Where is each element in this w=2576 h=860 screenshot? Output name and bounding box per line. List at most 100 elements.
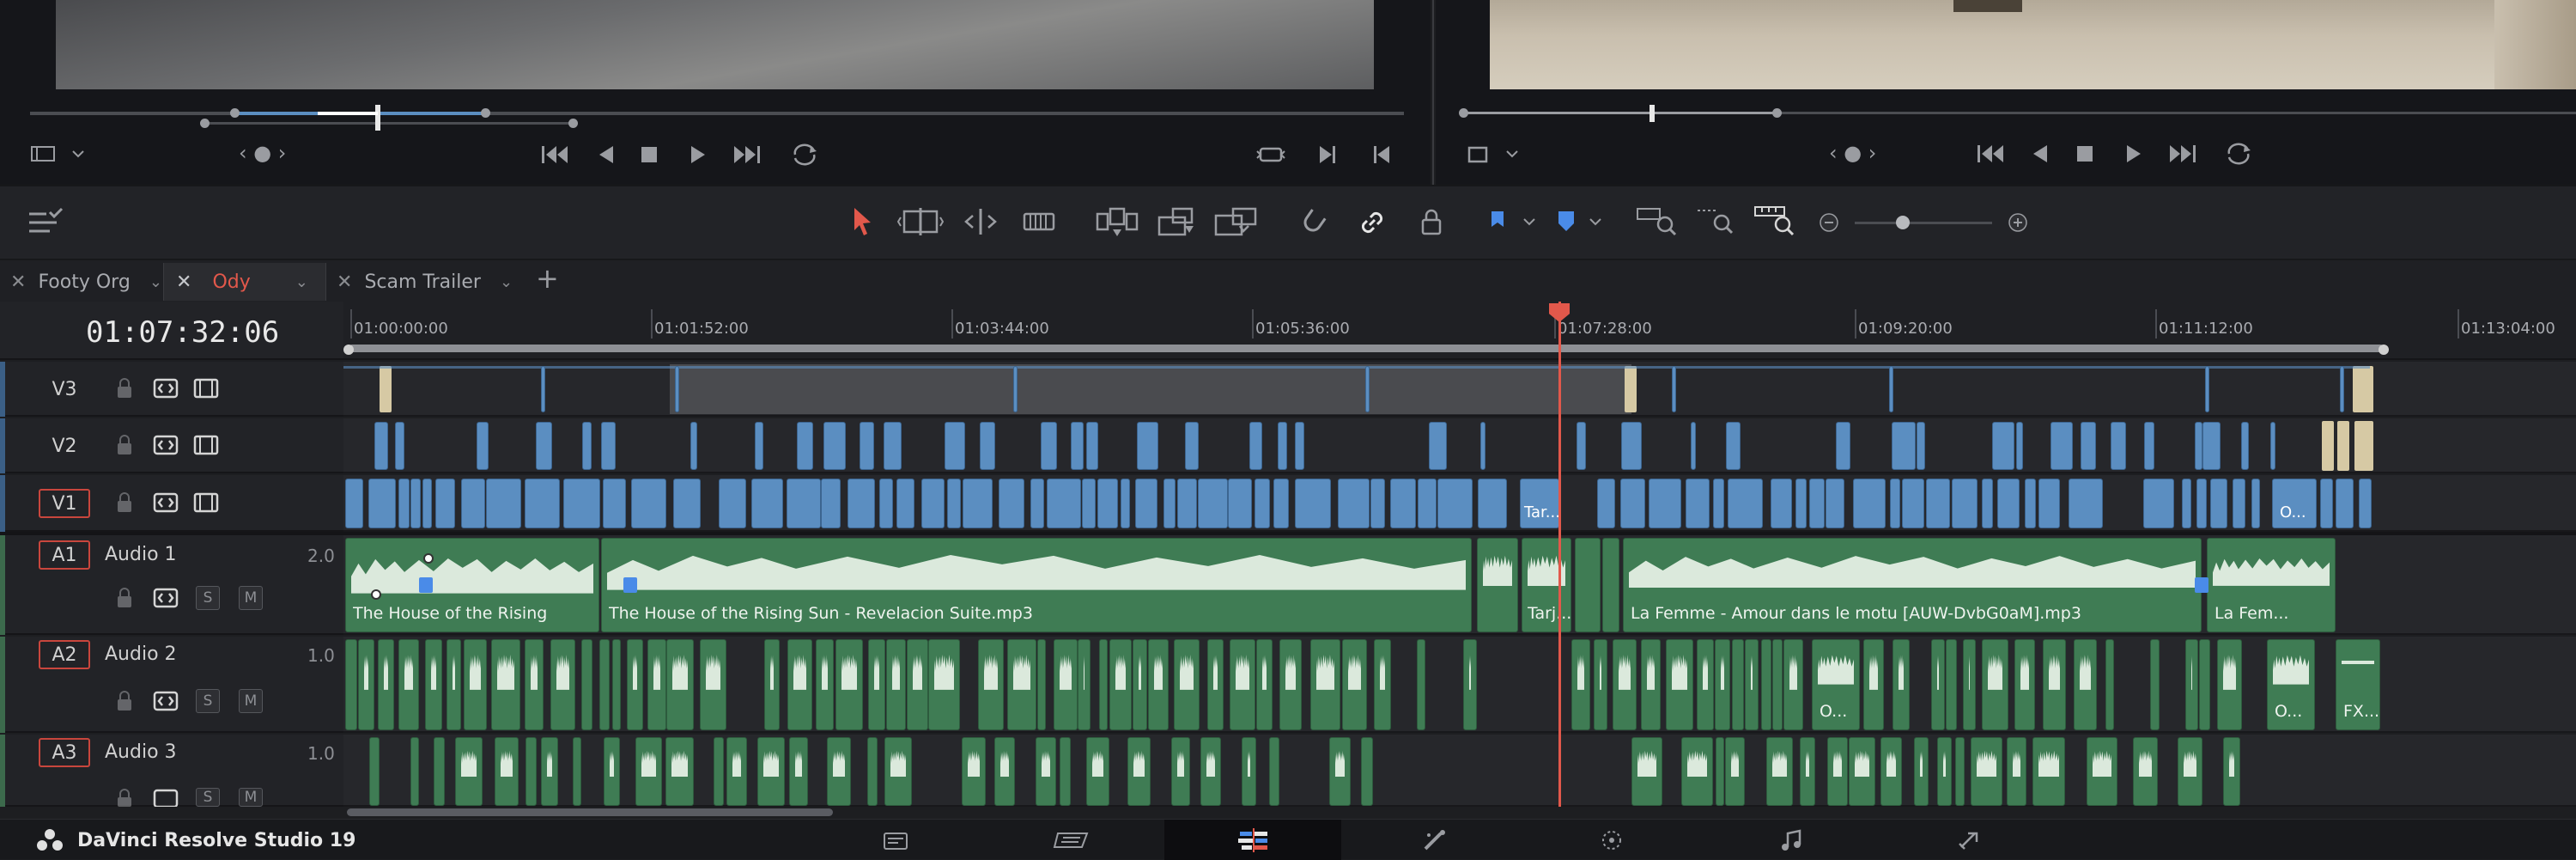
zoom-custom-icon[interactable] bbox=[1753, 204, 1796, 238]
audio-clip[interactable] bbox=[1761, 639, 1771, 730]
audio-clip[interactable] bbox=[1374, 639, 1391, 730]
audio-clip[interactable] bbox=[612, 639, 621, 730]
audio-clip[interactable] bbox=[827, 737, 851, 806]
track-name[interactable]: Audio 2 bbox=[105, 643, 177, 665]
video-clip[interactable] bbox=[921, 479, 945, 528]
video-clip[interactable] bbox=[486, 479, 521, 528]
stop-icon[interactable] bbox=[639, 144, 659, 165]
audio-clip[interactable] bbox=[789, 737, 808, 806]
audio-clip[interactable] bbox=[358, 639, 374, 730]
video-clip[interactable] bbox=[1198, 479, 1228, 528]
video-clip[interactable] bbox=[1041, 422, 1057, 470]
a1-clip-house-1[interactable]: The House of the Rising ... bbox=[345, 538, 599, 632]
tab-ody[interactable]: ✕ Ody ⌄ bbox=[163, 263, 326, 301]
audio-clip[interactable] bbox=[2032, 737, 2065, 806]
video-clip[interactable] bbox=[751, 479, 783, 528]
audio-clip[interactable] bbox=[1256, 639, 1273, 730]
loop-icon[interactable] bbox=[2224, 141, 2253, 167]
video-clip[interactable] bbox=[675, 366, 679, 412]
video-clip[interactable] bbox=[1365, 366, 1370, 412]
zoom-slider-handle[interactable] bbox=[1896, 216, 1910, 229]
play-reverse-icon[interactable] bbox=[594, 143, 617, 167]
zoom-out-icon[interactable] bbox=[1819, 212, 1839, 233]
a1-clip-tarj[interactable]: Tarj... bbox=[1522, 538, 1571, 632]
chevron-down-icon[interactable]: ⌄ bbox=[295, 273, 308, 291]
lock-icon[interactable] bbox=[115, 491, 134, 514]
mark-out-icon[interactable] bbox=[1370, 143, 1393, 167]
a1-clip-small[interactable] bbox=[1575, 538, 1601, 632]
video-clip[interactable] bbox=[1295, 479, 1331, 528]
video-clip[interactable] bbox=[1597, 479, 1615, 528]
video-clip[interactable] bbox=[945, 422, 965, 470]
video-clip[interactable] bbox=[2111, 422, 2126, 470]
video-clip[interactable] bbox=[2202, 422, 2221, 470]
audio-clip[interactable] bbox=[1715, 639, 1730, 730]
video-clip[interactable] bbox=[1726, 422, 1741, 470]
video-clip[interactable] bbox=[1997, 479, 2020, 528]
source-playhead[interactable] bbox=[375, 105, 380, 131]
video-clip[interactable] bbox=[435, 479, 455, 528]
audio-clip[interactable] bbox=[1849, 737, 1875, 806]
linked-selection-icon[interactable] bbox=[1357, 207, 1388, 238]
video-clip[interactable] bbox=[2182, 479, 2191, 528]
audio-clip[interactable] bbox=[447, 639, 461, 730]
audio-clip[interactable] bbox=[581, 639, 592, 730]
a1-clip-la-femme-2[interactable]: La Fem... bbox=[2207, 538, 2336, 632]
range-end-handle[interactable] bbox=[2379, 345, 2389, 355]
track-id[interactable]: V1 bbox=[39, 489, 90, 518]
audio-clip[interactable] bbox=[369, 737, 380, 806]
audio-clip[interactable] bbox=[1078, 639, 1091, 730]
audio-clip[interactable] bbox=[464, 639, 487, 730]
a2-clip-fx[interactable]: FX... bbox=[2336, 639, 2380, 730]
video-clip[interactable] bbox=[1478, 479, 1507, 528]
chevron-down-icon[interactable] bbox=[70, 148, 86, 160]
video-clip[interactable] bbox=[1082, 479, 1096, 528]
video-clip[interactable] bbox=[1390, 479, 1416, 528]
video-clip[interactable] bbox=[1992, 422, 2014, 470]
close-icon[interactable]: ✕ bbox=[10, 271, 26, 293]
audio-clip[interactable] bbox=[1099, 639, 1108, 730]
audio-clip[interactable] bbox=[1279, 639, 1302, 730]
auto-select-icon[interactable] bbox=[153, 378, 179, 399]
keyframe-marker[interactable] bbox=[623, 577, 637, 593]
video-clip[interactable] bbox=[1853, 479, 1886, 528]
audio-clip[interactable] bbox=[2178, 737, 2202, 806]
audio-clip[interactable] bbox=[1745, 639, 1759, 730]
audio-clip[interactable] bbox=[1827, 737, 1848, 806]
track-video-enable-icon[interactable] bbox=[193, 492, 219, 513]
video-clip[interactable] bbox=[787, 479, 821, 528]
a1-clip-small[interactable] bbox=[1477, 538, 1518, 632]
flag-icon[interactable] bbox=[1488, 209, 1509, 235]
source-out-marker[interactable] bbox=[481, 108, 490, 118]
audio-clip[interactable] bbox=[635, 737, 662, 806]
audio-clip[interactable] bbox=[665, 737, 694, 806]
audio-clip[interactable] bbox=[1417, 639, 1425, 730]
lock-icon[interactable] bbox=[115, 587, 134, 609]
audio-clip[interactable] bbox=[434, 737, 445, 806]
video-clip[interactable] bbox=[1097, 479, 1118, 528]
audio-clip[interactable] bbox=[994, 737, 1015, 806]
video-clip[interactable] bbox=[1273, 479, 1289, 528]
video-clip[interactable] bbox=[1621, 422, 1642, 470]
video-clip[interactable] bbox=[755, 422, 763, 470]
timeline-view-options-icon[interactable] bbox=[26, 205, 65, 240]
match-frame-icon[interactable] bbox=[1255, 143, 1286, 167]
a1-clip-house-2[interactable]: The House of the Rising Sun - Revelacion… bbox=[601, 538, 1472, 632]
audio-clip[interactable] bbox=[1007, 639, 1036, 730]
video-clip[interactable] bbox=[879, 479, 893, 528]
audio-clip[interactable] bbox=[1666, 639, 1693, 730]
audio-clip[interactable] bbox=[2087, 737, 2117, 806]
video-clip[interactable] bbox=[2069, 479, 2103, 528]
video-clip[interactable] bbox=[1952, 479, 1978, 528]
insert-clip-icon[interactable] bbox=[1096, 205, 1139, 240]
video-clip[interactable] bbox=[797, 422, 813, 470]
chevron-down-icon[interactable] bbox=[1504, 148, 1520, 160]
mute-button[interactable]: M bbox=[239, 788, 263, 807]
audio-clip[interactable] bbox=[787, 639, 812, 730]
audio-clip[interactable] bbox=[928, 639, 960, 730]
video-clip[interactable] bbox=[963, 479, 993, 528]
video-clip[interactable] bbox=[525, 479, 560, 528]
video-clip[interactable] bbox=[1890, 479, 1900, 528]
chevron-down-icon[interactable]: ⌄ bbox=[500, 273, 513, 291]
audio-clip[interactable] bbox=[1230, 639, 1255, 730]
